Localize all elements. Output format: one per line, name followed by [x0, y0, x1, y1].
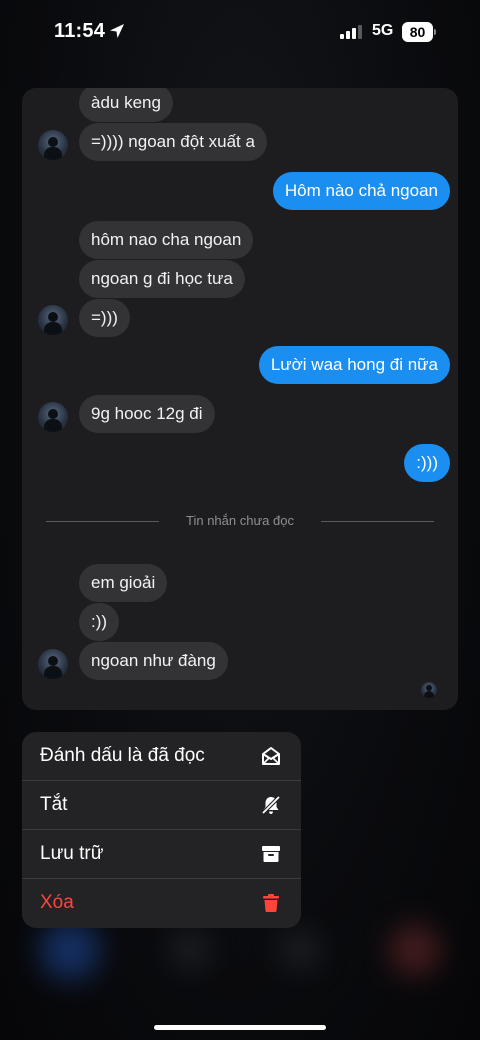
message-bubble-incoming: 9g hooc 12g đi [79, 395, 215, 433]
message-bubble-incoming: =)))) ngoan đột xuất a [79, 123, 267, 161]
background-blur [170, 930, 210, 970]
battery-icon: 80 [402, 22, 436, 42]
message-bubble-incoming: em gioải [79, 564, 168, 602]
home-indicator[interactable] [154, 1025, 326, 1030]
message-bubble-outgoing: Lười waa hong đi nữa [258, 346, 450, 384]
status-bar: 11:54 5G 80 [0, 0, 480, 66]
unread-divider-line [321, 521, 434, 522]
envelope-open-icon [262, 747, 280, 765]
trash-icon [263, 894, 279, 912]
contact-avatar [38, 130, 68, 160]
background-blur [390, 925, 440, 975]
contact-avatar [38, 305, 68, 335]
message-bubble-incoming: ngoan như đàng [79, 642, 228, 680]
location-arrow-icon [110, 24, 124, 38]
bell-slash-icon [261, 795, 281, 815]
contact-avatar [38, 649, 68, 679]
menu-item-label: Tắt [40, 794, 68, 815]
contact-avatar [38, 402, 68, 432]
battery-level: 80 [409, 24, 426, 40]
menu-item-label: Lưu trữ [40, 843, 104, 864]
message-bubble-outgoing: :))) [404, 444, 450, 482]
message-bubble-incoming: àdu keng [79, 88, 173, 122]
message-bubble-incoming: hôm nao cha ngoan [79, 221, 254, 259]
chat-preview[interactable]: àdu keng =)))) ngoan đột xuất a Hôm nào … [22, 88, 458, 710]
archive-box-icon [262, 846, 280, 862]
menu-item-archive[interactable]: Lưu trữ [22, 830, 301, 879]
network-type: 5G [372, 22, 394, 39]
message-bubble-outgoing: Hôm nào chả ngoan [272, 172, 450, 210]
menu-item-delete[interactable]: Xóa [22, 879, 301, 928]
status-time: 11:54 [54, 20, 106, 42]
menu-item-mute[interactable]: Tắt [22, 781, 301, 830]
context-menu: Đánh dấu là đã đọc Tắt Lưu trữ Xóa [22, 732, 301, 928]
cellular-signal-icon [340, 25, 362, 39]
battery-cap [434, 29, 436, 35]
menu-item-mark-as-read[interactable]: Đánh dấu là đã đọc [22, 732, 301, 781]
menu-item-label: Xóa [40, 892, 74, 913]
menu-item-label: Đánh dấu là đã đọc [40, 745, 205, 766]
read-receipt-avatar [421, 682, 437, 698]
message-bubble-incoming: ngoan g đi học tưa [79, 260, 245, 298]
background-blur [40, 920, 100, 980]
screen: 11:54 5G 80 àdu keng =)))) ngoan đột xuấ… [0, 0, 480, 1040]
background-blur [280, 930, 320, 970]
message-bubble-incoming: :)) [79, 603, 120, 641]
message-bubble-incoming: =))) [79, 299, 130, 337]
